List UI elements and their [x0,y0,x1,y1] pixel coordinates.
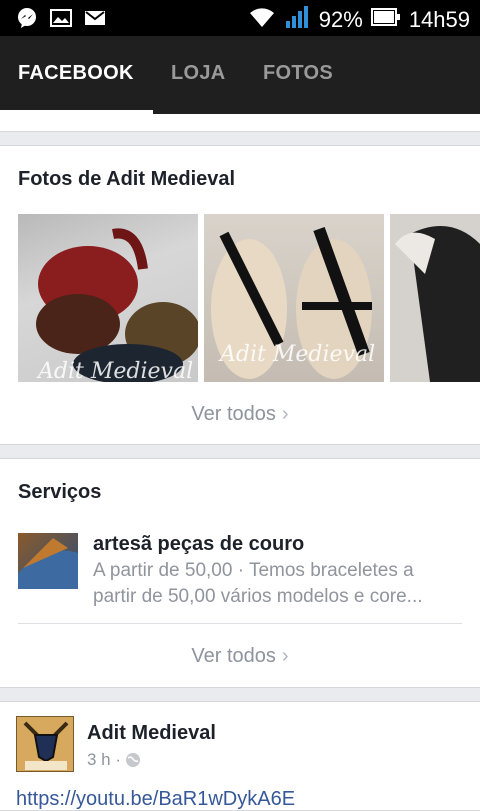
messenger-icon [16,8,38,28]
service-title: artesã peças de couro [93,533,305,555]
clock: 14h59 [408,7,470,32]
post-author[interactable]: Adit Medieval [87,722,216,745]
services-see-all-link[interactable]: Ver todos › [0,645,480,668]
tab-fotos[interactable]: FOTOS [263,62,333,85]
top-strip [0,114,480,132]
divider [18,623,462,624]
see-all-label-2: Ver todos [191,645,276,667]
services-section-title: Serviços [18,481,102,503]
post-card: Adit Medieval 3 h · https://youtu.be/BaR… [0,701,480,811]
chevron-right-icon-2: › [281,645,289,667]
service-item[interactable]: artesã peças de couro A partir de 50,00 … [18,531,462,623]
service-description-line1: A partir de 50,00 · Temos braceletes a [93,560,414,581]
post-time: 3 h · [87,750,122,769]
wifi-icon [247,6,277,34]
service-description-line2: partir de 50,00 vários modelos e core... [93,586,423,607]
avatar[interactable] [16,716,74,772]
photo-bags[interactable]: Adit Medieval [18,214,198,382]
see-all-label: Ver todos [191,403,276,425]
photos-see-all-link[interactable]: Ver todos › [0,403,480,426]
post-meta: 3 h · [87,750,141,770]
tab-loja[interactable]: LOJA [171,62,226,85]
app-bar: FACEBOOK LOJA FOTOS [0,36,480,114]
services-card: Serviços artesã peças de couro A partir … [0,458,480,688]
service-thumbnail [18,533,78,589]
globe-icon [125,752,141,768]
photo-harness[interactable]: Adit Medieval [204,214,384,382]
gallery-icon [50,8,72,28]
signal-icon [285,5,311,35]
photos-section-title: Fotos de Adit Medieval [18,168,236,190]
photo-watermark: Adit Medieval [38,359,194,382]
status-bar: 92% 14h59 [0,0,480,36]
chevron-right-icon: › [281,403,289,425]
tab-facebook[interactable]: FACEBOOK [18,62,134,85]
battery-icon [370,7,401,33]
photo-armor[interactable] [390,214,480,382]
photo-watermark-2: Adit Medieval [220,342,376,367]
battery-percent: 92% [318,7,363,32]
photos-card: Fotos de Adit Medieval Adit Medieval Adi… [0,145,480,445]
gmail-icon [84,8,106,28]
